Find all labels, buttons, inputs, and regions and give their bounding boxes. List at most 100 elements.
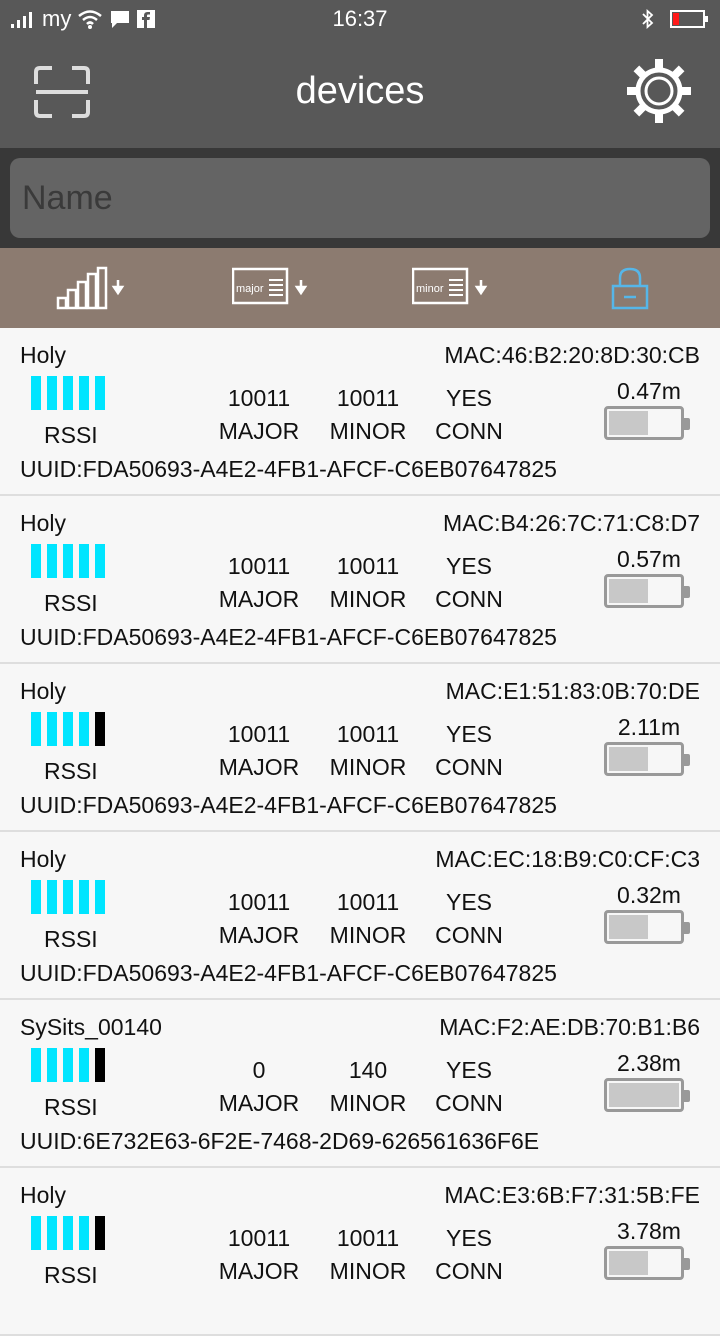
signal-bar: [95, 880, 105, 914]
conn-label: CONN: [435, 922, 503, 948]
device-uuid: UUID:FDA50693-A4E2-4FB1-AFCF-C6EB0764782…: [20, 792, 557, 818]
device-row[interactable]: Holy MAC:B4:26:7C:71:C8:D7 RSSI 10011 MAJOR 1…: [0, 496, 720, 664]
device-row[interactable]: Holy MAC:E3:6B:F7:31:5B:FE RSSI 10011 MAJOR 1…: [0, 1168, 720, 1336]
device-mac: MAC:F2:AE:DB:70:B1:B6: [439, 1014, 700, 1040]
major-label: MAJOR: [218, 922, 300, 948]
distance-value: 2.38m: [617, 1050, 681, 1076]
conn-column: YES CONN: [419, 886, 519, 952]
sort-minor-button[interactable]: minor: [411, 266, 492, 310]
signal-bar: [47, 544, 57, 578]
major-column: 0 MAJOR: [209, 1054, 309, 1120]
signal-bar: [95, 1216, 105, 1250]
major-column: 10011 MAJOR: [209, 382, 309, 448]
signal-bar: [95, 1048, 105, 1082]
signal-strength-icon: [31, 712, 107, 746]
distance-value: 0.57m: [617, 546, 681, 572]
conn-value: YES: [445, 889, 493, 915]
conn-column: YES CONN: [419, 718, 519, 784]
battery-icon: [604, 910, 690, 944]
distance-value: 0.32m: [617, 882, 681, 908]
minor-column: 10011 MINOR: [318, 382, 418, 448]
minor-label: MINOR: [329, 754, 407, 780]
major-column: 10011 MAJOR: [209, 886, 309, 952]
sort-rssi-button[interactable]: [56, 266, 128, 310]
signal-bar: [79, 376, 89, 410]
conn-label: CONN: [435, 586, 503, 612]
device-name: Holy: [20, 342, 67, 368]
minor-column: 10011 MINOR: [318, 1222, 418, 1288]
battery-icon: [604, 406, 690, 440]
conn-value: YES: [445, 553, 493, 579]
signal-bar: [31, 1048, 41, 1082]
rssi-label: RSSI: [44, 1262, 98, 1288]
battery-fill: [609, 747, 648, 771]
device-mac: MAC:E3:6B:F7:31:5B:FE: [444, 1182, 700, 1208]
battery-fill: [609, 915, 648, 939]
signal-bar: [47, 880, 57, 914]
sort-major-button[interactable]: major: [231, 266, 312, 310]
signal-bar: [63, 1048, 73, 1082]
status-bar: my 16:37: [0, 0, 720, 38]
device-uuid: UUID:FDA50693-A4E2-4FB1-AFCF-C6EB0764782…: [20, 456, 557, 482]
page-title: devices: [295, 70, 425, 112]
gear-icon[interactable]: [624, 56, 694, 126]
rssi-label: RSSI: [44, 422, 98, 448]
device-row[interactable]: Holy MAC:EC:18:B9:C0:CF:C3 RSSI 10011 MAJOR 1…: [0, 832, 720, 1000]
battery-tip: [684, 1258, 690, 1270]
lock-filter-icon[interactable]: [610, 266, 650, 310]
battery-fill: [609, 1251, 648, 1275]
signal-bar: [63, 712, 73, 746]
minor-label: MINOR: [329, 922, 407, 948]
device-row[interactable]: Holy MAC:E1:51:83:0B:70:DE RSSI 10011 MAJOR 1…: [0, 664, 720, 832]
signal-bar: [63, 544, 73, 578]
signal-bar: [79, 1216, 89, 1250]
search-input[interactable]: [10, 158, 710, 238]
device-mac: MAC:E1:51:83:0B:70:DE: [445, 678, 700, 704]
sort-major-label: major: [236, 283, 264, 295]
major-label: MAJOR: [218, 1090, 300, 1116]
signal-strength-icon: [31, 544, 107, 578]
minor-label: MINOR: [329, 586, 407, 612]
signal-bar: [47, 1048, 57, 1082]
conn-column: YES CONN: [419, 1054, 519, 1120]
phone-battery-icon: [670, 10, 708, 28]
battery-icon: [604, 1246, 690, 1280]
device-mac: MAC:B4:26:7C:71:C8:D7: [443, 510, 700, 536]
conn-label: CONN: [435, 1090, 503, 1116]
battery-fill: [609, 411, 648, 435]
battery-tip: [684, 418, 690, 430]
minor-label: MINOR: [329, 1258, 407, 1284]
device-row[interactable]: SySits_00140 MAC:F2:AE:DB:70:B1:B6 RSSI 0 MA…: [0, 1000, 720, 1168]
device-row[interactable]: Holy MAC:46:B2:20:8D:30:CB RSSI 10011 MAJOR 1…: [0, 328, 720, 496]
device-uuid: UUID:FDA50693-A4E2-4FB1-AFCF-C6EB0764782…: [20, 624, 557, 650]
minor-column: 140 MINOR: [318, 1054, 418, 1120]
sort-bar: major minor: [0, 248, 720, 328]
minor-column: 10011 MINOR: [318, 550, 418, 616]
signal-bar: [79, 1048, 89, 1082]
signal-bar: [47, 376, 57, 410]
distance-value: 0.47m: [617, 378, 681, 404]
minor-value: 10011: [336, 1225, 400, 1251]
signal-bar: [79, 712, 89, 746]
conn-value: YES: [445, 721, 493, 747]
signal-strength-icon: [31, 880, 107, 914]
minor-value: 10011: [336, 385, 400, 411]
signal-bar: [31, 1216, 41, 1250]
minor-label: MINOR: [329, 418, 407, 444]
minor-column: 10011 MINOR: [318, 886, 418, 952]
signal-bar: [95, 376, 105, 410]
device-uuid: UUID:6E732E63-6F2E-7468-2D69-626561636F6…: [20, 1128, 540, 1154]
device-name: Holy: [20, 846, 67, 872]
device-name: Holy: [20, 678, 67, 704]
distance-value: 2.11m: [617, 714, 681, 740]
major-value: 10011: [227, 721, 291, 747]
bluetooth-icon: [642, 8, 654, 30]
search-container: [0, 148, 720, 248]
conn-label: CONN: [435, 418, 503, 444]
conn-value: YES: [445, 1225, 493, 1251]
battery-icon: [604, 574, 690, 608]
battery-tip: [684, 754, 690, 766]
device-name: Holy: [20, 510, 67, 536]
major-value: 0: [252, 1057, 266, 1083]
major-value: 10011: [227, 385, 291, 411]
